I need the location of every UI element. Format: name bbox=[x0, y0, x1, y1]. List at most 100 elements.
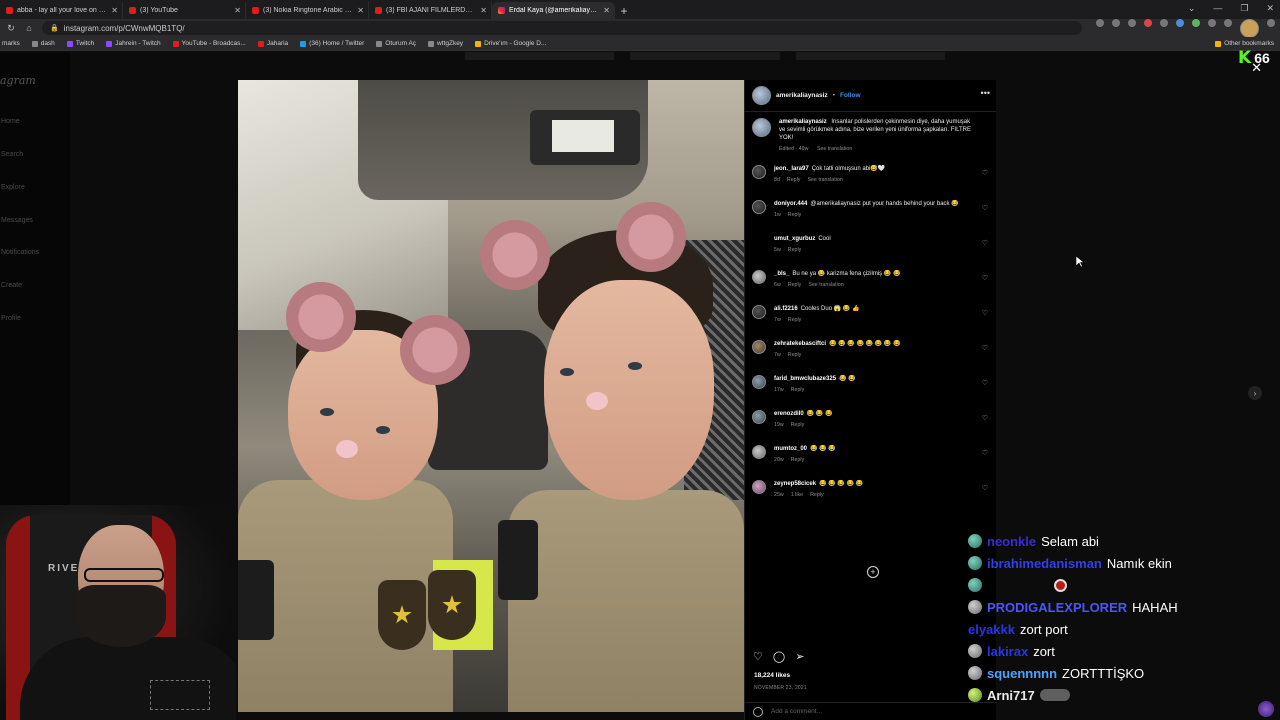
commenter-avatar[interactable] bbox=[752, 235, 766, 249]
author-username[interactable]: amerikaliaynasiz bbox=[776, 92, 828, 99]
bookmark-item[interactable]: Twitch bbox=[66, 40, 94, 47]
heart-icon[interactable]: ♡ bbox=[982, 414, 988, 422]
heart-icon[interactable]: ♡ bbox=[982, 309, 988, 317]
other-bookmarks[interactable]: Other bookmarks bbox=[1215, 40, 1274, 47]
reply-link[interactable]: Reply bbox=[788, 317, 802, 323]
kebab-menu-icon[interactable] bbox=[1267, 18, 1275, 27]
bookmark-item[interactable]: dash bbox=[31, 40, 55, 47]
comment-username[interactable]: erenozdil0 bbox=[774, 411, 804, 417]
bookmark-item[interactable]: YouTube - Broadcas... bbox=[172, 40, 246, 47]
close-tab-icon[interactable]: ✕ bbox=[480, 6, 487, 15]
extension-icon[interactable] bbox=[1176, 18, 1184, 27]
sidebar-item-home[interactable]: Home bbox=[1, 118, 20, 125]
reply-link[interactable]: Reply bbox=[788, 352, 802, 358]
profile-avatar-icon[interactable] bbox=[1240, 18, 1259, 38]
reply-link[interactable]: Reply bbox=[791, 457, 805, 463]
commenter-avatar[interactable] bbox=[752, 410, 766, 424]
browser-tab-active[interactable]: Erdal Kaya (@amerikaliaynasiz) - ✕ bbox=[492, 2, 615, 19]
extension-icon[interactable] bbox=[1144, 18, 1152, 27]
commenter-avatar[interactable] bbox=[752, 480, 766, 494]
author-avatar[interactable] bbox=[752, 86, 771, 105]
comment-bubble-icon[interactable]: ◯ bbox=[773, 650, 785, 663]
see-translation-link[interactable]: See translation bbox=[808, 282, 843, 288]
close-tab-icon[interactable]: ✕ bbox=[111, 6, 118, 15]
comment-username[interactable]: _bls_ bbox=[774, 271, 789, 277]
comment-username[interactable]: zeynep58cicek bbox=[774, 481, 816, 487]
chevron-down-icon[interactable]: ⌄ bbox=[1188, 3, 1196, 14]
minimize-icon[interactable]: — bbox=[1213, 3, 1222, 14]
heart-icon[interactable]: ♡ bbox=[982, 204, 988, 212]
bookmark-item[interactable]: (36) Home / Twitter bbox=[300, 40, 364, 47]
comment-username[interactable]: farid_bmwclubaze325 bbox=[774, 376, 836, 382]
extension-icon[interactable] bbox=[1192, 18, 1200, 27]
likes-count[interactable]: 18,224 likes bbox=[754, 672, 790, 679]
sidebar-item-explore[interactable]: Explore bbox=[1, 184, 25, 191]
reply-link[interactable]: Reply bbox=[791, 387, 805, 393]
see-translation-link[interactable]: See translation bbox=[807, 177, 842, 183]
bookmark-item[interactable]: Jaharia bbox=[257, 40, 288, 47]
reply-link[interactable]: Reply bbox=[791, 422, 805, 428]
commenter-avatar[interactable] bbox=[752, 200, 766, 214]
heart-icon[interactable]: ♡ bbox=[982, 169, 988, 177]
url-bar[interactable]: 🔒 instagram.com/p/CWnwMQB1TQ/ bbox=[42, 21, 1082, 35]
follow-button[interactable]: Follow bbox=[840, 92, 861, 99]
heart-icon[interactable]: ♡ bbox=[982, 274, 988, 282]
reply-link[interactable]: Reply bbox=[810, 492, 824, 498]
post-photo[interactable] bbox=[238, 80, 744, 712]
share-icon[interactable] bbox=[1112, 18, 1120, 27]
comment-username[interactable]: zehratekebasciftci bbox=[774, 341, 826, 347]
comment-username[interactable]: mumtoz_00 bbox=[774, 446, 807, 452]
commenter-avatar[interactable] bbox=[752, 445, 766, 459]
reply-link[interactable]: Reply bbox=[787, 177, 801, 183]
commenter-avatar[interactable] bbox=[752, 165, 766, 179]
like-heart-icon[interactable]: ♡ bbox=[753, 650, 763, 663]
commenter-avatar[interactable] bbox=[752, 375, 766, 389]
bookmark-item[interactable]: marks bbox=[2, 40, 20, 47]
emoji-icon[interactable] bbox=[753, 706, 763, 717]
sidebar-item-messages[interactable]: Messages bbox=[1, 217, 33, 224]
reply-link[interactable]: Reply bbox=[788, 247, 802, 253]
more-options-icon[interactable]: ••• bbox=[981, 88, 990, 98]
share-paper-plane-icon[interactable]: ➢ bbox=[795, 650, 804, 663]
heart-icon[interactable]: ♡ bbox=[982, 449, 988, 457]
add-comment-input[interactable]: Add a comment... bbox=[771, 708, 822, 715]
instagram-logo[interactable]: agram bbox=[0, 74, 36, 87]
home-icon[interactable]: ⌂ bbox=[24, 23, 34, 33]
caption-username[interactable]: amerikaliaynasiz bbox=[779, 119, 827, 125]
close-tab-icon[interactable]: ✕ bbox=[357, 6, 364, 15]
bookmark-item[interactable]: Oturum Aç bbox=[376, 40, 416, 47]
reload-icon[interactable]: ↻ bbox=[6, 23, 16, 34]
heart-icon[interactable]: ♡ bbox=[982, 379, 988, 387]
next-post-chevron-icon[interactable]: › bbox=[1248, 386, 1262, 400]
puzzle-icon[interactable] bbox=[1208, 18, 1216, 27]
comment-username[interactable]: ali.f2216 bbox=[774, 306, 798, 312]
heart-icon[interactable]: ♡ bbox=[982, 344, 988, 352]
bookmark-item[interactable]: Drive'ım - Google D... bbox=[475, 40, 546, 47]
reply-link[interactable]: Reply bbox=[788, 212, 802, 218]
maximize-icon[interactable]: ❐ bbox=[1240, 3, 1248, 14]
reply-link[interactable]: Reply bbox=[788, 282, 802, 288]
comment-username[interactable]: doniyor.444 bbox=[774, 201, 807, 207]
sidebar-icon[interactable] bbox=[1224, 18, 1232, 27]
close-tab-icon[interactable]: ✕ bbox=[234, 6, 241, 15]
close-window-icon[interactable]: ✕ bbox=[1266, 3, 1274, 14]
close-tab-icon[interactable]: ✕ bbox=[603, 6, 610, 15]
new-tab-button[interactable]: + bbox=[615, 2, 633, 19]
sidebar-item-notifications[interactable]: Notifications bbox=[1, 249, 39, 256]
extension-icon[interactable] bbox=[1160, 18, 1168, 27]
sidebar-item-profile[interactable]: Profile bbox=[1, 315, 21, 322]
browser-tab[interactable]: abba - lay all your love on me ✕ bbox=[0, 2, 123, 19]
author-avatar[interactable] bbox=[752, 118, 771, 137]
browser-tab[interactable]: (3) Nokia Ringtone Arabic 1 Hou ✕ bbox=[246, 2, 369, 19]
commenter-avatar[interactable] bbox=[752, 305, 766, 319]
comment-username[interactable]: umut_xgurbuz bbox=[774, 236, 815, 242]
heart-icon[interactable]: ♡ bbox=[982, 239, 988, 247]
bookmark-item[interactable]: Jahrein - Twitch bbox=[106, 40, 161, 47]
bookmark-star-icon[interactable] bbox=[1128, 18, 1136, 27]
sidebar-item-search[interactable]: Search bbox=[1, 151, 23, 158]
browser-tab[interactable]: (3) YouTube ✕ bbox=[123, 2, 246, 19]
comment-username[interactable]: jeon._lara97 bbox=[774, 166, 809, 172]
browser-tab[interactable]: (3) FBI AJANI FILMLERDEKI FBI S ✕ bbox=[369, 2, 492, 19]
bookmark-item[interactable]: wttgZkey bbox=[428, 40, 463, 47]
see-translation-link[interactable]: See translation bbox=[817, 146, 852, 152]
